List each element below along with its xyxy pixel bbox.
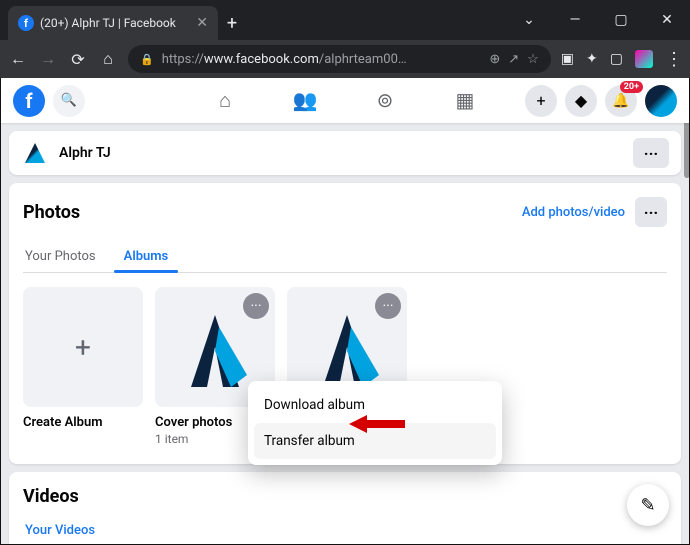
pencil-icon: ✎ (640, 495, 655, 516)
sidepanel-icon[interactable]: ▢ (610, 51, 623, 67)
facebook-nav-center: ⌂ 👥 ⊚ ▦ (205, 88, 485, 113)
browser-tab[interactable]: f (20+) Alphr TJ | Facebook ✕ (8, 6, 218, 40)
create-album-thumb[interactable]: + (23, 287, 143, 407)
window-minimize[interactable]: — (552, 0, 598, 40)
nav-back[interactable]: ← (8, 49, 28, 69)
videos-card: Videos Your Videos (9, 472, 681, 545)
browser-menu-icon[interactable]: ⋮ (665, 49, 682, 70)
tab-albums[interactable]: Albums (122, 241, 171, 272)
extension-gem-icon[interactable] (635, 50, 653, 68)
tab-your-videos[interactable]: Your Videos (23, 517, 97, 544)
window-close[interactable]: ✕ (644, 0, 690, 40)
window-tabs-dropdown[interactable]: ⌄ (506, 0, 552, 40)
facebook-search-button[interactable]: 🔍 (53, 85, 85, 117)
bookmark-star-icon[interactable]: ☆ (527, 52, 539, 67)
notifications-button[interactable]: 🔔 20+ (605, 85, 637, 117)
lock-icon: 🔒 (140, 53, 154, 66)
reader-icon[interactable]: ▣ (561, 51, 574, 67)
facebook-logo[interactable]: f (13, 85, 45, 117)
album-options-button[interactable]: ··· (243, 293, 269, 319)
photos-heading: Photos (23, 202, 80, 223)
nav-forward[interactable]: → (38, 49, 58, 69)
facebook-header-right: + ◆ 🔔 20+ (525, 85, 677, 117)
tab-close-icon[interactable]: ✕ (196, 15, 208, 31)
address-bar[interactable]: 🔒 https://www.facebook.com/alphrteam00… … (128, 45, 551, 73)
bell-icon: 🔔 (612, 93, 629, 109)
url-search-icon[interactable]: ⊕ (489, 52, 500, 67)
extensions-icon[interactable]: ✦ (586, 51, 598, 67)
url-text: https://www.facebook.com/alphrteam00… (162, 52, 482, 67)
add-photos-link[interactable]: Add photos/video (522, 205, 625, 220)
nav-home-icon[interactable]: ⌂ (205, 88, 245, 113)
window-controls: ⌄ — ▢ ✕ (506, 0, 690, 40)
photos-tabs: Your Photos Albums (23, 241, 667, 273)
messenger-button[interactable]: ◆ (565, 85, 597, 117)
page-content: f 🔍 ⌂ 👥 ⊚ ▦ + ◆ 🔔 20+ Alphr TJ ··· Photo… (0, 78, 690, 545)
nav-reload[interactable]: ⟳ (68, 50, 88, 69)
tab-your-photos[interactable]: Your Photos (23, 241, 98, 272)
profile-more-button[interactable]: ··· (633, 138, 669, 168)
window-maximize[interactable]: ▢ (598, 0, 644, 40)
album-create[interactable]: + Create Album (23, 287, 143, 446)
browser-toolbar: ← → ⟳ ⌂ 🔒 https://www.facebook.com/alphr… (0, 40, 690, 78)
videos-heading: Videos (23, 486, 79, 507)
new-tab-button[interactable]: + (218, 6, 246, 40)
share-icon[interactable]: ↗ (508, 52, 519, 67)
messenger-icon: ◆ (575, 91, 587, 110)
account-avatar[interactable] (645, 85, 677, 117)
profile-bar: Alphr TJ ··· (9, 131, 681, 175)
plus-icon: + (75, 331, 91, 364)
compose-fab[interactable]: ✎ (627, 484, 669, 526)
browser-titlebar: f (20+) Alphr TJ | Facebook ✕ + ⌄ — ▢ ✕ (0, 0, 690, 40)
photos-more-button[interactable]: ··· (635, 197, 667, 227)
album-label: Create Album (23, 415, 143, 430)
search-icon: 🔍 (61, 93, 77, 108)
nav-friends-icon[interactable]: 👥 (285, 88, 325, 113)
profile-name[interactable]: Alphr TJ (59, 145, 111, 161)
facebook-header: f 🔍 ⌂ 👥 ⊚ ▦ + ◆ 🔔 20+ (1, 78, 689, 123)
create-button[interactable]: + (525, 85, 557, 117)
album-options-button[interactable]: ··· (375, 293, 401, 319)
extension-icons: ▣ ✦ ▢ ⋮ (561, 49, 682, 70)
notification-badge: 20+ (620, 81, 643, 93)
nav-home[interactable]: ⌂ (98, 49, 118, 69)
facebook-favicon: f (18, 15, 34, 31)
tab-title: (20+) Alphr TJ | Facebook (40, 16, 190, 30)
videos-tabs: Your Videos (23, 517, 667, 544)
annotation-arrow (349, 413, 405, 435)
profile-avatar[interactable] (21, 139, 49, 167)
nav-gaming-icon[interactable]: ▦ (445, 88, 485, 113)
nav-groups-icon[interactable]: ⊚ (365, 88, 405, 113)
